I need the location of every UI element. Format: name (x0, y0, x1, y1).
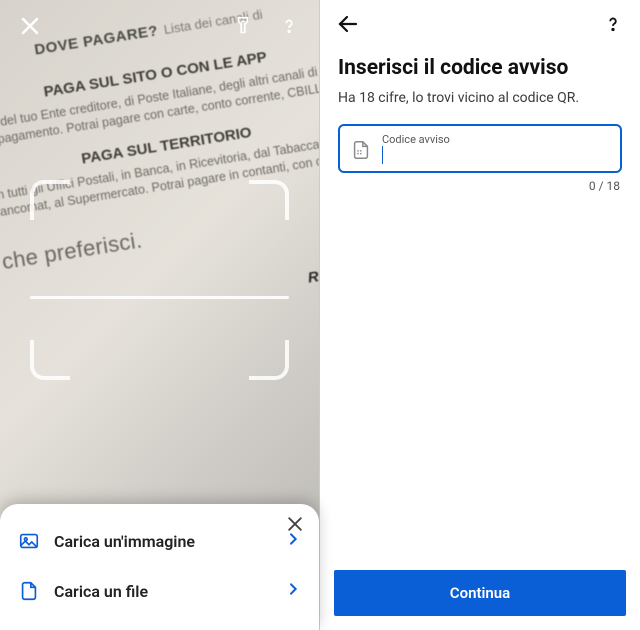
manual-code-screen: Inserisci il codice avviso Ha 18 cifre, … (320, 0, 640, 630)
back-icon[interactable] (336, 12, 360, 40)
help-icon[interactable] (273, 10, 305, 42)
continue-button-label: Continua (450, 584, 510, 602)
field-label: Codice avviso (382, 134, 610, 145)
close-icon[interactable] (14, 10, 46, 42)
scan-corner-icon (30, 180, 70, 220)
image-icon (18, 530, 40, 552)
scan-corner-icon (249, 180, 289, 220)
document-icon (350, 139, 372, 161)
upload-file-label: Carica un file (54, 582, 271, 601)
page-subtitle: Ha 18 cifre, lo trovi vicino al codice Q… (338, 90, 622, 106)
right-header (320, 0, 640, 52)
continue-button[interactable]: Continua (334, 570, 626, 616)
help-icon[interactable] (602, 13, 624, 39)
scan-line (30, 296, 289, 299)
right-content: Inserisci il codice avviso Ha 18 cifre, … (320, 52, 640, 570)
camera-scan-screen: DOVE PAGARE?Lista dei canali di PAGA SUL… (0, 0, 320, 630)
page-title: Inserisci il codice avviso (338, 56, 622, 80)
upload-file-row[interactable]: Carica un file (18, 566, 301, 616)
chevron-right-icon (285, 581, 301, 602)
upload-image-row[interactable]: Carica un'immagine (18, 516, 301, 566)
notice-code-input[interactable] (383, 145, 610, 165)
upload-bottom-sheet: Carica un'immagine Carica un file (0, 504, 319, 630)
notice-code-field[interactable]: Codice avviso (338, 124, 622, 173)
char-counter: 0 / 18 (338, 179, 622, 193)
scan-corner-icon (30, 340, 70, 380)
flashlight-icon[interactable] (227, 10, 259, 42)
scan-corner-icon (249, 340, 289, 380)
scan-frame (30, 180, 289, 380)
camera-header (0, 0, 319, 52)
upload-image-label: Carica un'immagine (54, 532, 271, 551)
sheet-close-icon[interactable] (285, 514, 305, 538)
file-icon (18, 580, 40, 602)
